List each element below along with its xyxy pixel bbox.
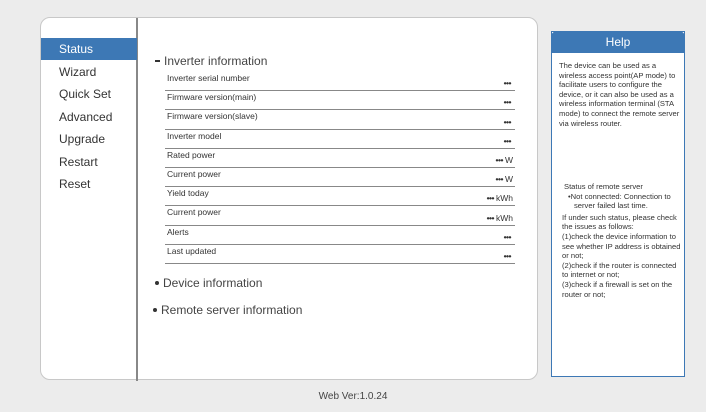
web-version: Web Ver:1.0.24	[318, 391, 388, 402]
help-check-item: (1)check the device information to see w…	[562, 231, 681, 261]
help-check-item: (2)check if the router is connected to i…	[562, 260, 677, 280]
nav-item-status[interactable]: Status	[41, 38, 137, 60]
table-row: Firmware version(slave) •••	[165, 110, 515, 130]
row-label: Rated power	[167, 149, 216, 160]
row-value: •••	[503, 250, 512, 261]
nav-item-wizard[interactable]: Wizard	[41, 61, 137, 83]
help-status-bullet: •Not connected: Connection to server fai…	[568, 191, 671, 211]
row-label: Inverter serial number	[167, 73, 250, 83]
row-value: ••• W	[495, 154, 513, 165]
row-value: ••• W	[495, 174, 513, 185]
main-panel: Status Wizard Quick Set Advanced Upgrade…	[40, 17, 538, 381]
nav-item-quick-set[interactable]: Quick Set	[41, 83, 137, 105]
row-value: •••	[503, 97, 512, 108]
table-row: Inverter model •••	[165, 130, 515, 149]
help-title: Help	[551, 31, 685, 53]
help-status-body: If under such status, please check the i…	[562, 212, 677, 232]
nav-item-restart[interactable]: Restart	[41, 151, 137, 173]
bullet-icon	[153, 308, 157, 312]
row-value: ••• kWh	[486, 212, 513, 223]
table-row: Firmware version(main) •••	[165, 91, 515, 111]
table-row: Rated power ••• W	[165, 149, 515, 168]
nav-item-upgrade[interactable]: Upgrade	[41, 128, 137, 150]
row-label: Firmware version(main)	[167, 92, 257, 103]
table-row: Yield today ••• kWh	[165, 187, 515, 207]
help-intro: The device can be used as a wireless acc…	[559, 61, 680, 128]
nav-item-advanced[interactable]: Advanced	[41, 106, 137, 128]
table-row: Current power ••• W	[165, 168, 515, 188]
table-row: Current power ••• kWh	[165, 206, 515, 226]
inverter-info-table: Inverter serial number ••• Firmware vers…	[165, 72, 515, 264]
row-label: Yield today	[167, 188, 209, 199]
bullet-icon	[155, 60, 160, 62]
row-label: Firmware version(slave)	[167, 111, 258, 122]
help-status-info: Status of remote server •Not connected: …	[562, 182, 684, 299]
row-label: Last updated	[167, 245, 217, 256]
help-check-item: (3)check if a firewall is set on the rou…	[562, 279, 673, 299]
remote-section-header[interactable]: Remote server information	[153, 303, 302, 317]
row-value: •••	[503, 135, 512, 146]
row-label: Alerts	[167, 226, 189, 237]
status-content: Inverter information Inverter serial num…	[155, 54, 515, 264]
help-status-heading: Status of remote server	[564, 182, 643, 191]
inverter-section-title: Inverter information	[164, 54, 268, 68]
row-label: Inverter model	[167, 130, 222, 141]
row-value: •••	[503, 116, 512, 127]
nav-item-reset[interactable]: Reset	[41, 173, 137, 195]
inverter-section-header[interactable]: Inverter information	[155, 54, 515, 68]
row-value: •••	[503, 231, 512, 242]
row-value: •••	[503, 78, 512, 89]
row-value: ••• kWh	[486, 193, 513, 204]
device-section-title: Device information	[163, 276, 263, 290]
sidebar-nav: Status Wizard Quick Set Advanced Upgrade…	[41, 38, 137, 196]
help-panel: Help The device can be used as a wireles…	[551, 31, 685, 377]
remote-section-title: Remote server information	[161, 303, 303, 317]
device-section-header[interactable]: Device information	[155, 276, 262, 290]
table-row: Inverter serial number •••	[165, 72, 515, 92]
table-row: Last updated •••	[165, 245, 515, 264]
row-label: Current power	[167, 168, 221, 179]
row-label: Current power	[167, 207, 221, 218]
table-row: Alerts •••	[165, 226, 515, 245]
bullet-icon	[155, 281, 159, 285]
